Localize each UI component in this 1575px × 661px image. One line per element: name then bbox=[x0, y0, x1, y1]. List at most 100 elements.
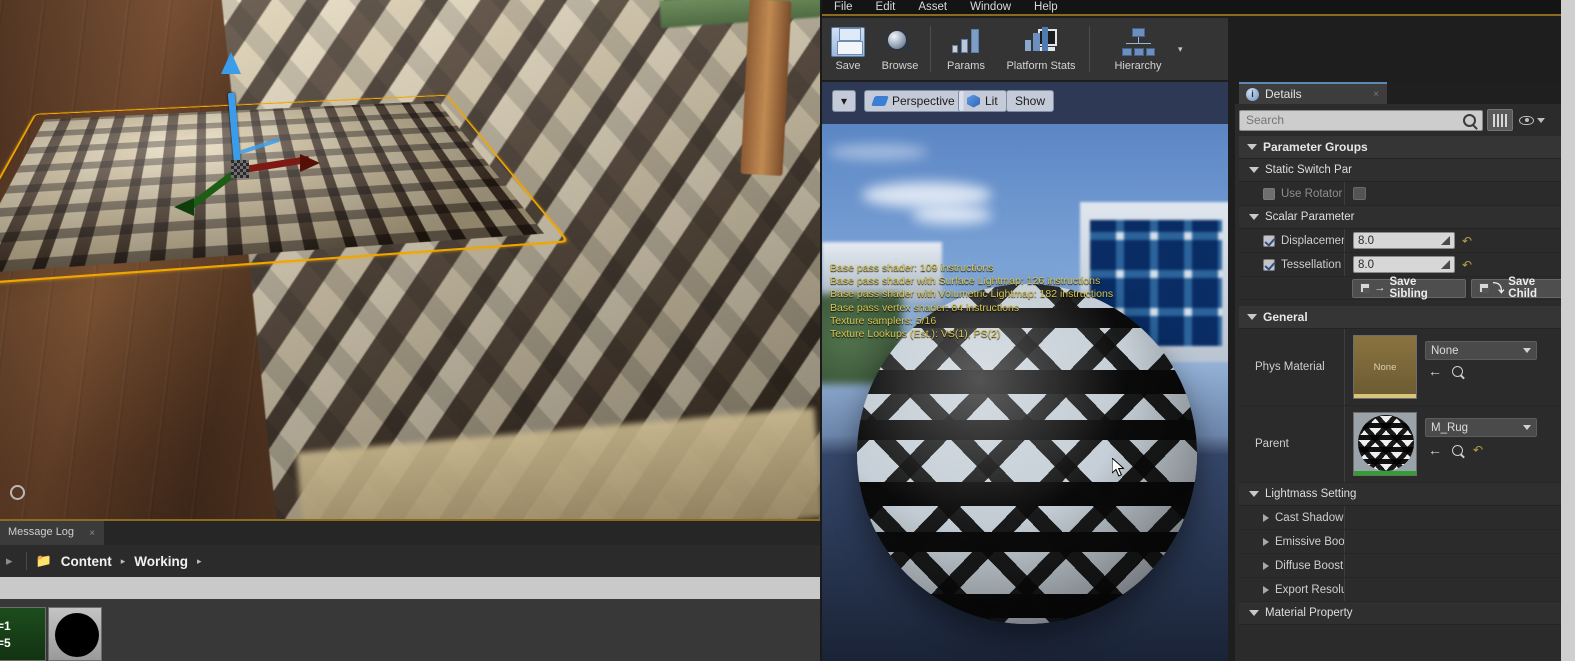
chevron-down-icon bbox=[1523, 348, 1531, 353]
asset-thumbnail-green[interactable]: =1 =5 bbox=[0, 607, 46, 661]
breadcrumb-item-working[interactable]: Working bbox=[134, 554, 188, 569]
menu-file[interactable]: File bbox=[834, 1, 853, 13]
viewport-view-mode-button[interactable]: Lit bbox=[958, 90, 1007, 112]
group-lightmass-settings[interactable]: Lightmass Setting bbox=[1239, 483, 1575, 506]
divider bbox=[26, 552, 27, 570]
level-viewport[interactable] bbox=[0, 0, 820, 519]
gizmo-plane-handle[interactable] bbox=[240, 138, 279, 154]
row-phys-material[interactable]: Phys Material None None ← bbox=[1239, 329, 1575, 406]
browse-to-asset-icon[interactable] bbox=[1452, 366, 1463, 377]
row-label-wrap: Tessellation bbox=[1239, 259, 1344, 271]
platform-stats-button[interactable]: Platform Stats bbox=[997, 18, 1085, 80]
thumbnail-type-bar bbox=[1354, 471, 1416, 475]
platform-stats-label: Platform Stats bbox=[1006, 60, 1075, 72]
reset-to-default-icon[interactable]: ↶ bbox=[1462, 258, 1472, 272]
close-icon[interactable]: × bbox=[1373, 89, 1379, 100]
menu-bar: File Edit Asset Window Help bbox=[822, 0, 1575, 16]
close-icon[interactable]: × bbox=[89, 528, 95, 539]
menu-edit[interactable]: Edit bbox=[876, 1, 896, 13]
row-value bbox=[1344, 578, 1575, 601]
breadcrumb-back-icon[interactable]: ▸ bbox=[2, 553, 17, 569]
search-input-wrap[interactable] bbox=[1239, 110, 1483, 131]
row-diffuse-boost[interactable]: Diffuse Boost bbox=[1239, 554, 1575, 578]
group-static-switch-parameters[interactable]: Static Switch Par bbox=[1239, 159, 1575, 182]
row-label: Export Resolutio bbox=[1275, 584, 1344, 596]
tab-details[interactable]: i Details × bbox=[1239, 82, 1387, 104]
browse-label: Browse bbox=[882, 60, 919, 72]
tessellation-value-field[interactable]: 8.0 bbox=[1353, 256, 1455, 273]
material-preview-viewport[interactable]: Base pass shader: 109 instructions Base … bbox=[822, 124, 1228, 661]
row-value bbox=[1344, 506, 1575, 529]
search-input[interactable] bbox=[1246, 113, 1451, 127]
row-parent[interactable]: Parent M_Rug ← ↶ bbox=[1239, 406, 1575, 483]
group-parameter-groups[interactable]: Parameter Groups bbox=[1239, 136, 1575, 159]
browse-to-asset-icon[interactable] bbox=[1452, 445, 1463, 456]
displacement-checkbox[interactable] bbox=[1263, 235, 1275, 247]
hierarchy-dropdown-caret[interactable]: ▾ bbox=[1178, 44, 1183, 55]
group-general[interactable]: General bbox=[1239, 306, 1575, 329]
use-selected-asset-icon[interactable]: ← bbox=[1428, 366, 1442, 377]
phys-material-thumbnail[interactable]: None bbox=[1353, 335, 1417, 399]
viewport-show-button[interactable]: Show bbox=[1006, 90, 1054, 112]
spinner-icon[interactable] bbox=[1441, 236, 1450, 245]
use-selected-asset-icon[interactable]: ← bbox=[1428, 445, 1442, 456]
reset-to-default-icon[interactable]: ↶ bbox=[1462, 234, 1472, 248]
use-rotator-checkbox[interactable] bbox=[1263, 188, 1275, 200]
parent-dropdown[interactable]: M_Rug bbox=[1425, 418, 1537, 437]
row-emissive-boost[interactable]: Emissive Boost bbox=[1239, 530, 1575, 554]
phys-material-dropdown[interactable]: None bbox=[1425, 341, 1537, 360]
transform-gizmo[interactable] bbox=[180, 60, 360, 190]
gizmo-center-hub[interactable] bbox=[231, 160, 249, 178]
save-sibling-button[interactable]: → Save Sibling bbox=[1352, 279, 1466, 298]
toolbar-separator-1 bbox=[930, 26, 931, 72]
menu-asset[interactable]: Asset bbox=[918, 1, 947, 13]
row-export-resolution[interactable]: Export Resolutio bbox=[1239, 578, 1575, 602]
parent-material-thumbnail[interactable] bbox=[1353, 412, 1417, 476]
chevron-down-icon bbox=[1537, 118, 1545, 123]
save-sibling-glyph: → bbox=[1374, 282, 1386, 294]
info-icon: i bbox=[1246, 88, 1259, 101]
menu-window[interactable]: Window bbox=[970, 1, 1011, 13]
row-tessellation[interactable]: Tessellation 8.0 ↶ bbox=[1239, 253, 1575, 277]
view-options-button[interactable] bbox=[1517, 109, 1547, 131]
row-displacement[interactable]: Displacement 8.0 ↶ bbox=[1239, 229, 1575, 253]
row-label-wrap: Export Resolutio bbox=[1239, 584, 1344, 596]
asset-thumbnail-sphere[interactable] bbox=[48, 607, 102, 661]
save-button[interactable]: Save bbox=[822, 18, 874, 80]
save-child-button[interactable]: ⤵ Save Child bbox=[1471, 279, 1575, 298]
content-browser-asset-area[interactable]: =1 =5 bbox=[0, 599, 820, 661]
expand-triangle-icon bbox=[1249, 167, 1259, 173]
sphere-preview-icon bbox=[55, 613, 99, 657]
group-material-property[interactable]: Material Property bbox=[1239, 602, 1575, 625]
group-label: Material Property bbox=[1265, 607, 1353, 619]
reset-to-default-icon[interactable]: ↶ bbox=[1473, 443, 1483, 457]
row-label: Phys Material bbox=[1239, 329, 1344, 405]
menu-help[interactable]: Help bbox=[1034, 1, 1058, 13]
displacement-value-field[interactable]: 8.0 bbox=[1353, 232, 1455, 249]
row-use-rotator[interactable]: Use Rotator bbox=[1239, 182, 1575, 206]
hierarchy-button[interactable]: Hierarchy bbox=[1094, 18, 1182, 80]
gizmo-z-arrowhead bbox=[221, 52, 241, 74]
row-cast-shadow-as[interactable]: Cast Shadow as bbox=[1239, 506, 1575, 530]
thumb-line-2: =5 bbox=[0, 635, 11, 652]
chevron-down-icon bbox=[1523, 425, 1531, 430]
viewport-options-button[interactable]: ▾ bbox=[832, 90, 856, 112]
group-label: Parameter Groups bbox=[1263, 140, 1368, 154]
stat-line-3: Base pass shader with Volumetric Lightma… bbox=[830, 288, 1113, 301]
viewport-camera-mode-button[interactable]: Perspective bbox=[864, 90, 964, 112]
spinner-icon[interactable] bbox=[1441, 260, 1450, 269]
chevron-down-icon: ▾ bbox=[841, 94, 847, 108]
collapse-triangle-icon[interactable] bbox=[1263, 586, 1269, 594]
tab-message-log[interactable]: Message Log × bbox=[0, 521, 104, 547]
tessellation-checkbox[interactable] bbox=[1263, 259, 1275, 271]
collapse-triangle-icon[interactable] bbox=[1263, 538, 1269, 546]
group-scalar-parameters[interactable]: Scalar Parameter bbox=[1239, 206, 1575, 229]
cube-icon bbox=[967, 95, 980, 108]
params-button[interactable]: Params bbox=[935, 18, 997, 80]
collapse-triangle-icon[interactable] bbox=[1263, 514, 1269, 522]
browse-button[interactable]: Browse bbox=[874, 18, 926, 80]
breadcrumb-item-content[interactable]: Content bbox=[61, 554, 112, 569]
collapse-triangle-icon[interactable] bbox=[1263, 562, 1269, 570]
stat-line-4: Base pass vertex shader: 84 instructions bbox=[830, 302, 1113, 315]
grid-view-button[interactable] bbox=[1487, 109, 1513, 131]
